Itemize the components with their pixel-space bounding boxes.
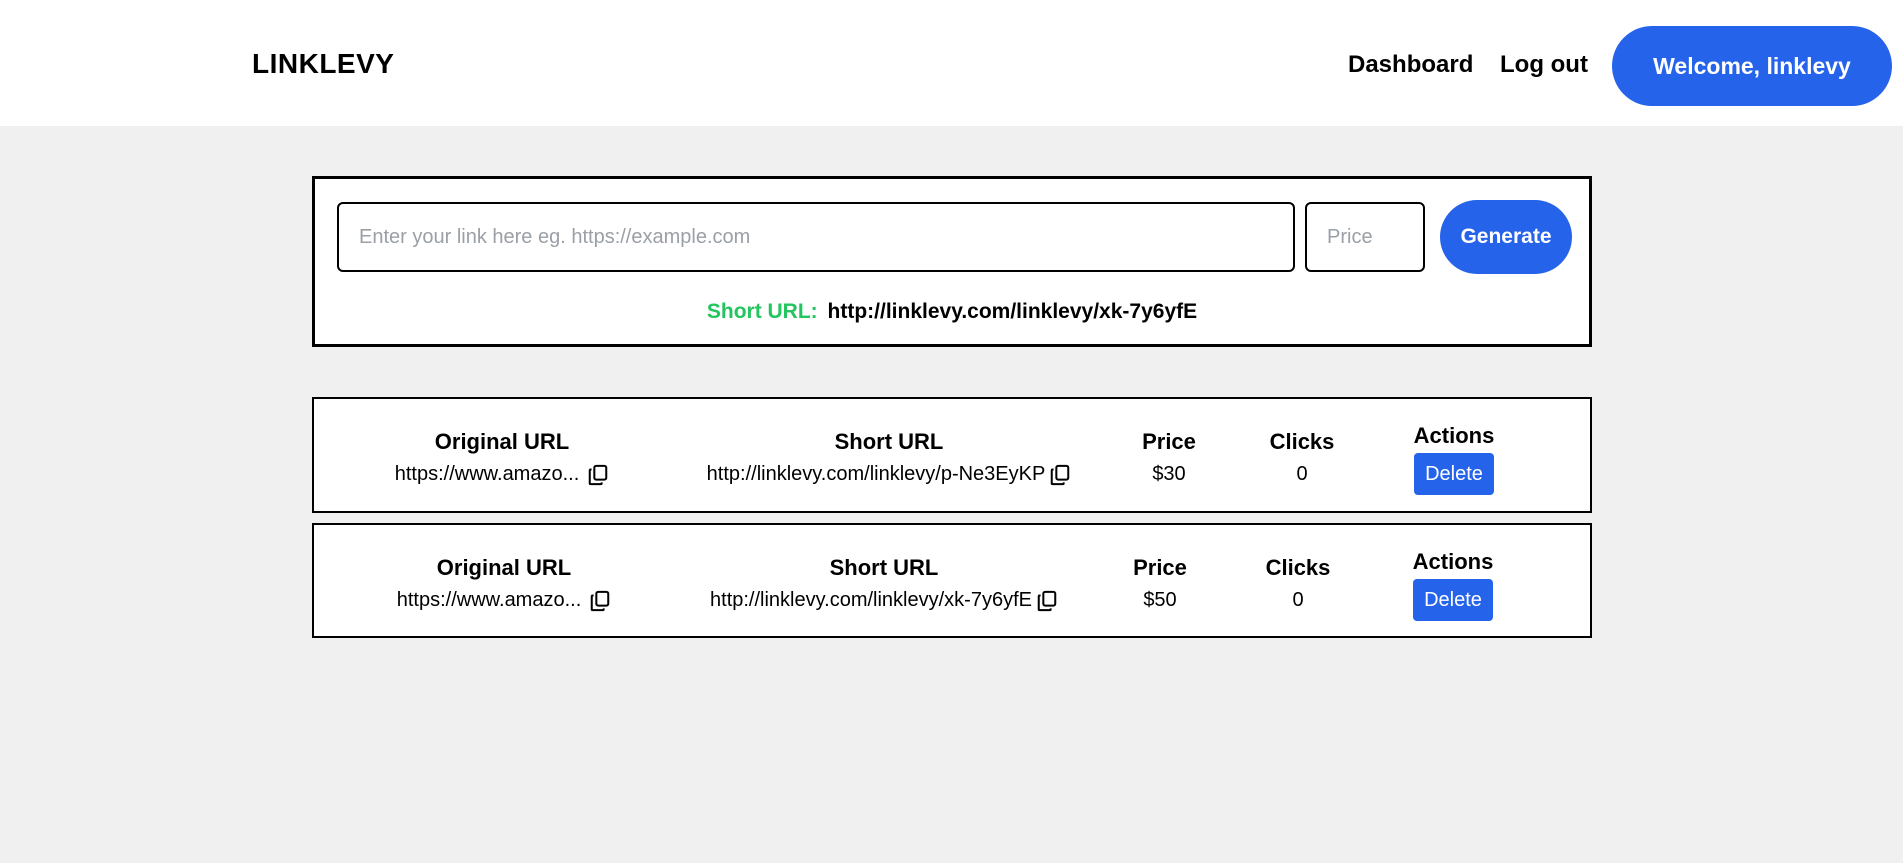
short-url-cell: Short URL http://linklevy.com/linklevy/p… [699,429,1079,486]
clicks-cell: Clicks 0 [1252,429,1352,486]
clicks-value: 0 [1296,463,1308,485]
clicks-header: Clicks [1269,429,1335,454]
price-cell: Price $50 [1110,555,1210,612]
price-header: Price [1142,429,1196,454]
copy-icon[interactable] [587,464,609,486]
brand-logo[interactable]: LINKLEVY [252,48,394,80]
original-url-header: Original URL [436,555,572,580]
actions-header: Actions [1413,423,1495,448]
actions-cell: Actions Delete [1393,549,1513,621]
copy-icon[interactable] [1036,590,1058,612]
nav-logout-link[interactable]: Log out [1500,51,1588,79]
short-url-value: http://linklevy.com/linklevy/xk-7y6yfE [710,589,1032,611]
welcome-user-button[interactable]: Welcome, linklevy [1612,26,1892,106]
link-generator-card: Generate Short URL: http://linklevy.com/… [312,176,1592,347]
short-url-label: Short URL: [706,300,818,323]
clicks-header: Clicks [1265,555,1331,580]
copy-icon[interactable] [1049,464,1071,486]
short-url-cell: Short URL http://linklevy.com/linklevy/x… [699,555,1069,612]
short-url-header: Short URL [829,555,939,580]
generated-short-url: Short URL: http://linklevy.com/linklevy/… [315,300,1589,324]
clicks-cell: Clicks 0 [1248,555,1348,612]
price-value: $50 [1143,589,1177,611]
original-url-cell: Original URL https://www.amazo... [397,555,610,612]
copy-icon[interactable] [589,590,611,612]
short-url-value[interactable]: http://linklevy.com/linklevy/xk-7y6yfE [828,300,1198,323]
price-value: $30 [1152,463,1186,485]
link-row: Original URL https://www.amazo... Short … [312,523,1592,638]
price-header: Price [1133,555,1187,580]
generate-button[interactable]: Generate [1440,200,1572,274]
original-url-value: https://www.amazo... [394,463,580,485]
link-input[interactable] [337,202,1295,272]
top-navbar: LINKLEVY Dashboard Log out Welcome, link… [0,0,1903,126]
actions-header: Actions [1412,549,1494,574]
short-url-header: Short URL [834,429,944,454]
actions-cell: Actions Delete [1394,423,1514,495]
original-url-value: https://www.amazo... [396,589,582,611]
nav-dashboard-link[interactable]: Dashboard [1348,51,1473,79]
delete-button[interactable]: Delete [1413,579,1493,621]
original-url-cell: Original URL https://www.amazo... [395,429,608,486]
original-url-header: Original URL [434,429,570,454]
short-url-value: http://linklevy.com/linklevy/p-Ne3EyKP [706,463,1046,485]
price-cell: Price $30 [1119,429,1219,486]
clicks-value: 0 [1292,589,1304,611]
delete-button[interactable]: Delete [1414,453,1494,495]
link-row: Original URL https://www.amazo... Short … [312,397,1592,513]
price-input[interactable] [1305,202,1425,272]
